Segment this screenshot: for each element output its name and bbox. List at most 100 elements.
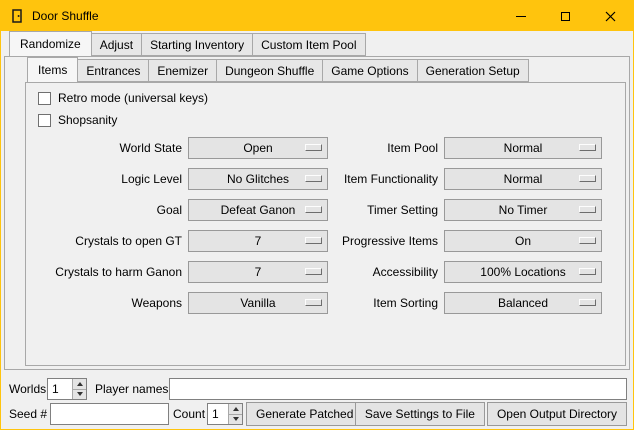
checkbox-retro-mode[interactable]: Retro mode (universal keys)	[36, 89, 625, 107]
tab-starting-inventory[interactable]: Starting Inventory	[141, 33, 253, 56]
count-spin-up-button[interactable]	[229, 404, 242, 415]
bottom-right-buttons: Save Settings to File Open Output Direct…	[355, 402, 627, 426]
arrow-down-icon	[77, 392, 83, 396]
accessibility-value: 100% Locations	[480, 265, 565, 279]
minimize-icon	[516, 16, 526, 17]
tab-custom-item-pool[interactable]: Custom Item Pool	[252, 33, 365, 56]
worlds-spinbox-input[interactable]	[48, 379, 72, 399]
tab-randomize[interactable]: Randomize	[9, 31, 92, 57]
dropdown-item-sorting[interactable]: Balanced	[444, 292, 602, 314]
checkbox-shopsanity[interactable]: Shopsanity	[36, 111, 625, 129]
item-sorting-value: Balanced	[498, 296, 548, 310]
dropdown-weapons[interactable]: Vanilla	[188, 292, 328, 314]
timer-setting-value: No Timer	[499, 203, 548, 217]
window-title: Door Shuffle	[32, 9, 99, 23]
secondary-tab-bar: Items Entrances Enemizer Dungeon Shuffle…	[27, 59, 529, 83]
tab-generation-setup[interactable]: Generation Setup	[417, 59, 529, 82]
world-state-label: World State	[36, 137, 182, 159]
open-output-directory-button[interactable]: Open Output Directory	[487, 402, 627, 426]
shopsanity-box	[38, 114, 51, 127]
save-settings-button[interactable]: Save Settings to File	[355, 402, 485, 426]
close-button[interactable]	[588, 1, 633, 31]
minimize-button[interactable]	[498, 1, 543, 31]
dropdown-timer-setting[interactable]: No Timer	[444, 199, 602, 221]
dropdown-indicator	[305, 299, 322, 306]
dropdown-indicator	[579, 175, 596, 182]
crystals-ganon-label: Crystals to harm Ganon	[36, 261, 182, 283]
caption-buttons	[498, 1, 633, 31]
dropdown-world-state[interactable]: Open	[188, 137, 328, 159]
worlds-spin-down-button[interactable]	[73, 390, 86, 400]
weapons-value: Vanilla	[240, 296, 275, 310]
tab-game-options[interactable]: Game Options	[322, 59, 417, 82]
worlds-spinbox	[47, 378, 87, 400]
dropdown-indicator	[579, 206, 596, 213]
item-functionality-label: Item Functionality	[334, 168, 438, 190]
count-spinbox-input[interactable]	[208, 404, 228, 424]
arrow-down-icon	[233, 417, 239, 421]
player-names-label: Player names	[95, 382, 168, 396]
tab-adjust[interactable]: Adjust	[91, 33, 142, 56]
retro-mode-label: Retro mode (universal keys)	[58, 91, 208, 105]
shopsanity-label: Shopsanity	[58, 113, 117, 127]
dropdown-indicator	[305, 206, 322, 213]
dropdown-indicator	[579, 268, 596, 275]
logic-level-label: Logic Level	[36, 168, 182, 190]
dropdown-indicator	[579, 144, 596, 151]
dropdown-indicator	[579, 237, 596, 244]
goal-label: Goal	[36, 199, 182, 221]
logic-level-value: No Glitches	[227, 172, 289, 186]
weapons-label: Weapons	[36, 292, 182, 314]
count-spin-buttons	[228, 404, 242, 424]
accessibility-label: Accessibility	[334, 261, 438, 283]
crystals-ganon-value: 7	[255, 265, 262, 279]
item-sorting-label: Item Sorting	[334, 292, 438, 314]
primary-tab-bar: Randomize Adjust Starting Inventory Cust…	[9, 33, 366, 57]
tab-entrances[interactable]: Entrances	[77, 59, 149, 82]
dropdown-item-functionality[interactable]: Normal	[444, 168, 602, 190]
dropdown-indicator	[579, 299, 596, 306]
count-label: Count	[173, 407, 205, 421]
dropdown-indicator	[305, 237, 322, 244]
dropdown-logic-level[interactable]: No Glitches	[188, 168, 328, 190]
progressive-items-label: Progressive Items	[334, 230, 438, 252]
seed-label: Seed #	[9, 407, 47, 421]
crystals-gt-value: 7	[255, 234, 262, 248]
worlds-label: Worlds	[9, 382, 46, 396]
titlebar: Door Shuffle	[1, 1, 633, 31]
maximize-button[interactable]	[543, 1, 588, 31]
world-state-value: Open	[243, 141, 272, 155]
dropdown-indicator	[305, 268, 322, 275]
crystals-gt-label: Crystals to open GT	[36, 230, 182, 252]
arrow-up-icon	[233, 407, 239, 411]
dropdown-crystals-gt[interactable]: 7	[188, 230, 328, 252]
dropdown-goal[interactable]: Defeat Ganon	[188, 199, 328, 221]
worlds-spin-up-button[interactable]	[73, 379, 86, 390]
player-names-input[interactable]	[169, 378, 627, 400]
item-pool-value: Normal	[504, 141, 543, 155]
progressive-items-value: On	[515, 234, 531, 248]
item-functionality-value: Normal	[504, 172, 543, 186]
count-spin-down-button[interactable]	[229, 415, 242, 425]
item-pool-label: Item Pool	[334, 137, 438, 159]
count-spinbox	[207, 403, 243, 425]
dropdown-accessibility[interactable]: 100% Locations	[444, 261, 602, 283]
tab-dungeon-shuffle[interactable]: Dungeon Shuffle	[216, 59, 323, 82]
dropdown-indicator	[305, 175, 322, 182]
dropdown-crystals-ganon[interactable]: 7	[188, 261, 328, 283]
dropdown-indicator	[305, 144, 322, 151]
goal-value: Defeat Ganon	[221, 203, 296, 217]
settings-grid: World State Open Item Pool Normal Logic …	[36, 137, 625, 314]
tab-items[interactable]: Items	[27, 57, 78, 83]
seed-input[interactable]	[50, 403, 169, 425]
retro-mode-box	[38, 92, 51, 105]
worlds-spin-buttons	[72, 379, 86, 399]
close-icon	[605, 11, 616, 22]
timer-setting-label: Timer Setting	[334, 199, 438, 221]
tab-enemizer[interactable]: Enemizer	[148, 59, 217, 82]
app-window: Door Shuffle Randomize Adjust Starting I…	[0, 0, 634, 430]
arrow-up-icon	[77, 382, 83, 386]
dropdown-item-pool[interactable]: Normal	[444, 137, 602, 159]
dropdown-progressive-items[interactable]: On	[444, 230, 602, 252]
app-icon	[10, 9, 24, 23]
